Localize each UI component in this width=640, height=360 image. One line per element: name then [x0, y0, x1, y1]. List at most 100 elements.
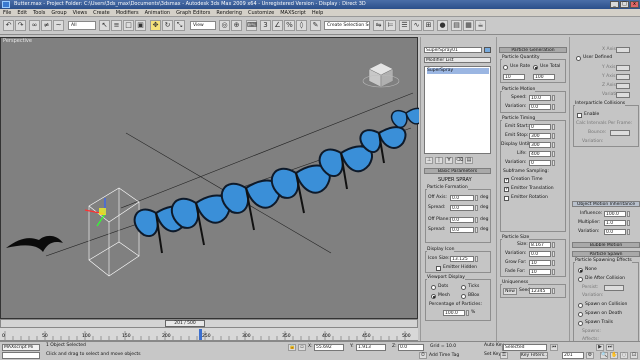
off-axis-field[interactable]: 0.0 — [450, 195, 474, 201]
lock-selection-icon[interactable]: 🔒 — [288, 344, 296, 351]
influence-spinner[interactable] — [627, 211, 630, 217]
die-after-collision-radio[interactable] — [578, 277, 583, 282]
off-plane-field[interactable]: 0.0 — [450, 217, 474, 223]
select-scale-icon[interactable]: ⤡ — [174, 20, 185, 31]
emit-start-spinner[interactable] — [552, 124, 555, 130]
unlink-icon[interactable]: ≠ — [41, 20, 52, 31]
bind-space-warp-icon[interactable]: ~ — [53, 20, 64, 31]
z-axis-field[interactable] — [616, 83, 630, 89]
mirror-icon[interactable]: ⇋ — [373, 20, 384, 31]
spread2-spinner[interactable] — [475, 227, 478, 233]
y-axis-field[interactable] — [616, 65, 630, 71]
spread2-field[interactable]: 0.0 — [450, 227, 474, 233]
use-total-radio[interactable] — [533, 65, 538, 70]
object-color-swatch[interactable] — [484, 47, 491, 53]
menu-customize[interactable]: Customize — [245, 9, 277, 17]
menu-graph-editors[interactable]: Graph Editors — [173, 9, 213, 17]
total-field[interactable]: 100 — [533, 74, 555, 80]
spawn-on-collision-radio[interactable] — [578, 303, 583, 308]
multiplier-field[interactable]: 1.0 — [604, 220, 626, 226]
particle-generation-rollout[interactable]: Particle Generation — [499, 47, 567, 53]
pin-stack-icon[interactable]: ⊥ — [425, 157, 433, 164]
menu-modifiers[interactable]: Modifiers — [113, 9, 142, 17]
orbit-icon[interactable]: ◌ — [620, 352, 628, 359]
percentage-spinner[interactable] — [466, 310, 469, 316]
maximize-viewport-icon[interactable]: ⊡ — [630, 352, 638, 359]
selection-filter-dropdown[interactable]: All — [68, 21, 96, 30]
maxscript-listener[interactable]: MAXscript Mi — [2, 344, 40, 351]
remove-modifier-icon[interactable]: ⌫ — [455, 157, 463, 164]
spawn-none-radio[interactable] — [578, 268, 583, 273]
perspective-viewport[interactable]: Perspective — [0, 37, 419, 319]
fade-for-field[interactable]: 10 — [529, 269, 551, 275]
current-frame-field[interactable]: 201 — [562, 352, 584, 359]
axis-variation-field[interactable] — [616, 92, 630, 98]
window-crossing-icon[interactable]: ▣ — [135, 20, 146, 31]
object-motion-inheritance-rollout[interactable]: Object Motion Inheritance — [572, 201, 640, 207]
ref-coord-dropdown[interactable]: View — [190, 21, 216, 30]
life-variation-field[interactable]: 0 — [529, 160, 551, 166]
emitter-translation-checkbox[interactable] — [504, 186, 509, 192]
life-variation-spinner[interactable] — [552, 160, 555, 166]
show-end-result-icon[interactable]: | — [435, 157, 443, 164]
material-editor-icon[interactable]: ● — [437, 20, 448, 31]
off-plane-spinner[interactable] — [475, 217, 478, 223]
multiplier-spinner[interactable] — [627, 220, 630, 226]
modifier-stack[interactable]: SuperSpray — [424, 66, 491, 154]
snaps-toggle-icon[interactable]: 3 — [260, 20, 271, 31]
bubble-motion-rollout[interactable]: Bubble Motion — [572, 242, 640, 248]
life-spinner[interactable] — [552, 151, 555, 157]
pan-icon[interactable]: ✋ — [610, 352, 618, 359]
menu-animation[interactable]: Animation — [142, 9, 174, 17]
y-coord-field[interactable]: 1.913 — [356, 344, 386, 351]
size-variation-field[interactable]: 0.0 — [529, 251, 551, 257]
configure-modifiers-icon[interactable]: ▤ — [465, 157, 473, 164]
size-variation-spinner[interactable] — [552, 251, 555, 257]
maxscript-listener-output[interactable] — [2, 352, 40, 359]
key-mode-dropdown[interactable]: Selected — [503, 344, 547, 351]
add-time-tag[interactable]: Add Time Tag — [429, 353, 459, 359]
time-tag-icon[interactable]: ⏱ — [419, 352, 427, 359]
go-to-start-icon[interactable]: ⏮ — [550, 344, 558, 351]
menu-create[interactable]: Create — [90, 9, 113, 17]
close-button[interactable]: x — [630, 1, 639, 8]
emit-stop-spinner[interactable] — [552, 133, 555, 139]
spread-field[interactable]: 0.0 — [450, 205, 474, 211]
time-slider-thumb[interactable]: 201 / 500 — [165, 320, 205, 327]
display-until-field[interactable]: 300 — [529, 142, 551, 148]
rendered-frame-icon[interactable]: ▦ — [463, 20, 474, 31]
size-field[interactable]: 8.167 — [529, 242, 551, 248]
fade-for-spinner[interactable] — [552, 269, 555, 275]
x-coord-field[interactable]: 55.692 — [314, 344, 344, 351]
seed-field[interactable]: 12345 — [529, 288, 551, 294]
basic-parameters-rollout[interactable]: Basic Parameters — [424, 168, 491, 174]
play-icon[interactable]: ▶ — [596, 344, 604, 351]
menu-edit[interactable]: Edit — [14, 9, 30, 17]
layer-manager-icon[interactable]: ☰ — [399, 20, 410, 31]
zoom-icon[interactable]: 🔍 — [600, 352, 608, 359]
menu-rendering[interactable]: Rendering — [213, 9, 245, 17]
icon-size-field[interactable]: 13.125 — [450, 256, 474, 262]
spread-spinner[interactable] — [475, 205, 478, 211]
app-icon[interactable] — [2, 1, 10, 8]
spawn-trails-radio[interactable] — [578, 321, 583, 326]
maximize-button[interactable]: □ — [620, 1, 629, 8]
life-field[interactable]: 400 — [529, 151, 551, 157]
mesh-radio[interactable] — [431, 294, 436, 299]
rect-selection-icon[interactable]: □ — [123, 20, 134, 31]
persist-field[interactable] — [604, 285, 624, 291]
size-spinner[interactable] — [552, 242, 555, 248]
keyboard-shortcut-icon[interactable]: ⌨ — [246, 20, 257, 31]
align-icon[interactable]: ⊨ — [385, 20, 396, 31]
speed-field[interactable]: 10.0 — [529, 95, 551, 101]
particle-spawn-rollout[interactable]: Particle Spawn — [572, 251, 640, 257]
x-axis-field[interactable] — [616, 47, 630, 53]
variation-field[interactable]: 0.0 — [529, 104, 551, 110]
user-defined-radio[interactable] — [576, 56, 581, 61]
key-filters-button[interactable]: Key Filters... — [520, 352, 548, 359]
influence-field[interactable]: 100.0 — [604, 211, 626, 217]
minimize-button[interactable]: _ — [610, 1, 619, 8]
pivot-center-icon[interactable]: ◎ — [219, 20, 230, 31]
enable-collisions-checkbox[interactable] — [577, 113, 582, 118]
edit-named-selection-icon[interactable]: ✎ — [310, 20, 321, 31]
